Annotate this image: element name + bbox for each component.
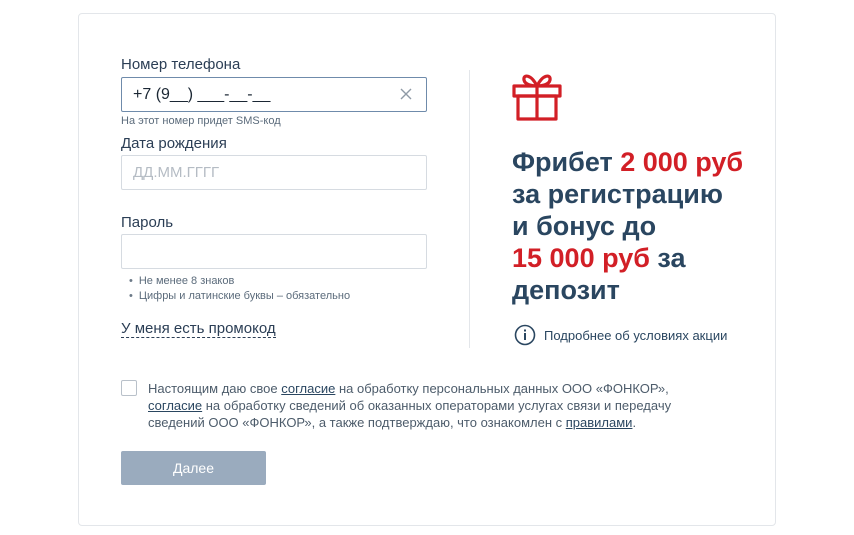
promo-line5: депозит [512,275,620,305]
birth-date-placeholder: ДД.ММ.ГГГГ [133,164,220,181]
phone-hint: На этот номер придет SMS-код [121,115,281,127]
phone-label: Номер телефона [121,56,241,73]
phone-input[interactable]: +7 (9__) ___-__-__ [121,77,427,112]
birth-date-input[interactable]: ДД.ММ.ГГГГ [121,155,427,190]
consent-text-part: Настоящим даю свое [148,381,282,396]
close-icon[interactable] [398,86,414,102]
password-rule: Цифры и латинские буквы – обязательно [121,289,350,304]
birth-label: Дата рождения [121,135,227,152]
phone-value: +7 (9__) ___-__-__ [133,86,271,103]
rules-link[interactable]: правилами [566,415,633,430]
promo-code-link[interactable]: У меня есть промокод [121,320,276,338]
consent-link[interactable]: согласие [148,398,202,413]
gift-icon [512,74,562,121]
vertical-divider [469,70,470,348]
password-input[interactable] [121,234,427,269]
promo-terms-link[interactable]: Подробнее об условиях акции [544,328,727,343]
consent-link[interactable]: согласие [281,381,335,396]
promo-headline: Фрибет 2 000 руб за регистрацию и бонус … [512,146,772,306]
consent-text: Настоящим даю свое согласие на обработку… [148,380,708,431]
info-icon[interactable] [514,324,536,346]
consent-checkbox[interactable] [121,380,137,396]
password-rule: Не менее 8 знаков [121,274,350,289]
promo-line3: и бонус до [512,211,657,241]
next-button[interactable]: Далее [121,451,266,485]
consent-text-part: на обработку персональных данных ООО «ФО… [335,381,669,396]
promo-line2: за регистрацию [512,179,723,209]
promo-bonus-amount: 15 000 руб [512,243,650,273]
password-label: Пароль [121,214,174,231]
consent-text-part: . [632,415,637,430]
password-rules: Не менее 8 знаков Цифры и латинские букв… [121,274,350,304]
promo-freebet-amount: 2 000 руб [620,147,744,177]
promo-line4b: за [649,243,686,273]
promo-line1a: Фрибет [512,147,621,177]
